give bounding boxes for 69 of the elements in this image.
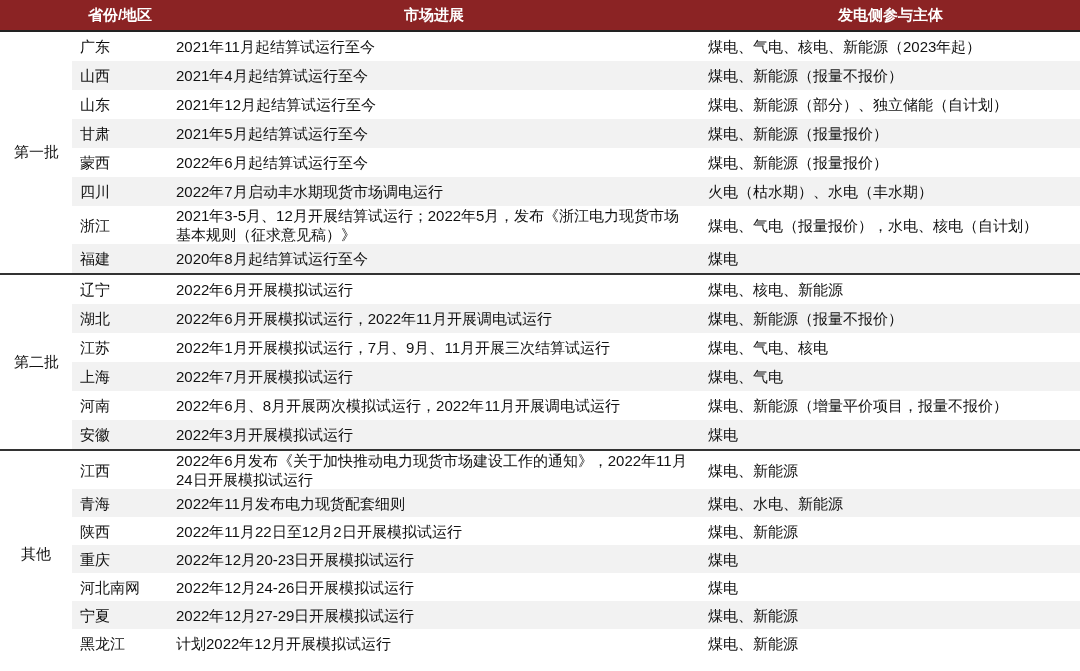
province-cell-text: 安徽	[79, 425, 111, 444]
participants-cell-text: 煤电、新能源（报量不报价）	[707, 66, 904, 85]
progress-cell-text: 2022年7月启动丰水期现货市场调电运行	[175, 182, 444, 201]
progress-cell-text: 2022年6月开展模拟试运行，2022年11月开展调电试运行	[175, 309, 553, 328]
progress-cell-text: 2022年12月24-26日开展模拟试运行	[175, 577, 416, 597]
province-cell-text: 青海	[79, 493, 111, 513]
province-cell-text: 山西	[79, 66, 111, 85]
province-cell-text: 江苏	[79, 338, 111, 357]
participants-cell-text: 煤电、气电	[707, 367, 784, 386]
participants-cell-text: 煤电、新能源	[707, 633, 799, 653]
province-cell-text: 山东	[79, 95, 111, 114]
province-cell-text: 陕西	[79, 521, 111, 541]
progress-cell-text: 2021年12月起结算试运行至今	[175, 95, 378, 114]
group-label: 第二批	[13, 352, 59, 372]
province-cell-text: 宁夏	[79, 605, 111, 625]
progress-cell-text: 2022年6月发布《关于加快推动电力现货市场建设工作的通知》，2022年11月24日开展模拟试运行	[175, 451, 688, 489]
progress-cell-text: 2020年8月起结算试运行至今	[175, 249, 369, 268]
province-cell-text: 福建	[79, 249, 111, 268]
column-header: 发电侧参与主体	[837, 5, 943, 25]
participants-cell-text: 煤电、核电、新能源	[707, 280, 844, 299]
progress-cell-text: 2021年5月起结算试运行至今	[175, 124, 369, 143]
progress-cell-text: 2022年11月发布电力现货配套细则	[175, 493, 406, 513]
participants-cell-text: 煤电、气电、核电、新能源（2023年起）	[707, 37, 983, 56]
province-cell-text: 辽宁	[79, 280, 111, 299]
participants-cell-text: 煤电、气电、核电	[707, 338, 829, 357]
participants-cell-text: 煤电	[707, 249, 739, 268]
province-cell-text: 广东	[79, 37, 111, 56]
column-header: 市场进展	[404, 5, 464, 25]
participants-cell-text: 煤电、新能源（部分）、独立储能（自计划）	[707, 95, 1009, 114]
progress-cell-text: 2022年11月22日至12月2日开展模拟试运行	[175, 521, 463, 541]
progress-cell-text: 2022年1月开展模拟试运行，7月、9月、11月开展三次结算试运行	[175, 338, 611, 357]
province-cell-text: 蒙西	[79, 153, 111, 172]
participants-cell-text: 煤电、新能源（报量不报价）	[707, 309, 904, 328]
participants-cell-text: 煤电、新能源	[707, 460, 799, 480]
progress-cell-text: 2022年12月20-23日开展模拟试运行	[175, 549, 416, 569]
progress-cell-text: 2022年3月开展模拟试运行	[175, 425, 354, 444]
participants-cell-text: 煤电、新能源（增量平价项目，报量不报价）	[707, 396, 1009, 415]
province-cell-text: 江西	[79, 460, 111, 480]
progress-cell-text: 计划2022年12月开展模拟试运行	[175, 633, 393, 653]
participants-cell-text: 煤电、新能源	[707, 521, 799, 541]
progress-cell-text: 2022年6月起结算试运行至今	[175, 153, 369, 172]
province-cell-text: 四川	[79, 182, 111, 201]
participants-cell-text: 火电（枯水期）、水电（丰水期）	[707, 182, 934, 201]
participants-cell-text: 煤电	[707, 577, 739, 597]
province-cell-text: 河北南网	[79, 577, 141, 597]
participants-cell-text: 煤电、新能源	[707, 605, 799, 625]
province-cell-text: 重庆	[79, 549, 111, 569]
province-cell-text: 甘肃	[79, 124, 111, 143]
province-cell-text: 河南	[79, 396, 111, 415]
participants-cell-text: 煤电、水电、新能源	[707, 493, 844, 513]
participants-cell-text: 煤电、新能源（报量报价）	[707, 153, 889, 172]
participants-cell-text: 煤电	[707, 425, 739, 444]
progress-cell-text: 2021年4月起结算试运行至今	[175, 66, 369, 85]
column-header: 省份/地区	[87, 5, 153, 25]
participants-cell-text: 煤电、新能源（报量报价）	[707, 124, 889, 143]
province-cell-text: 上海	[79, 367, 111, 386]
progress-cell-text: 2022年12月27-29日开展模拟试运行	[175, 605, 416, 625]
group-label: 其他	[21, 544, 51, 564]
participants-cell-text: 煤电	[707, 549, 739, 569]
province-cell-text: 湖北	[79, 309, 111, 328]
progress-cell-text: 2022年7月开展模拟试运行	[175, 367, 354, 386]
progress-cell-text: 2022年6月开展模拟试运行	[175, 280, 354, 299]
participants-cell-text: 煤电、气电（报量报价），水电、核电（自计划）	[707, 215, 1039, 235]
province-cell-text: 浙江	[79, 215, 111, 235]
group-label: 第一批	[13, 143, 59, 162]
progress-cell-text: 2022年6月、8月开展两次模拟试运行，2022年11月开展调电试运行	[175, 396, 621, 415]
progress-cell-text: 2021年3-5月、12月开展结算试运行；2022年5月，发布《浙江电力现货市场基本规则（征求意见稿）》	[175, 206, 681, 244]
province-cell-text: 黑龙江	[79, 633, 126, 653]
progress-cell-text: 2021年11月起结算试运行至今	[175, 37, 376, 56]
